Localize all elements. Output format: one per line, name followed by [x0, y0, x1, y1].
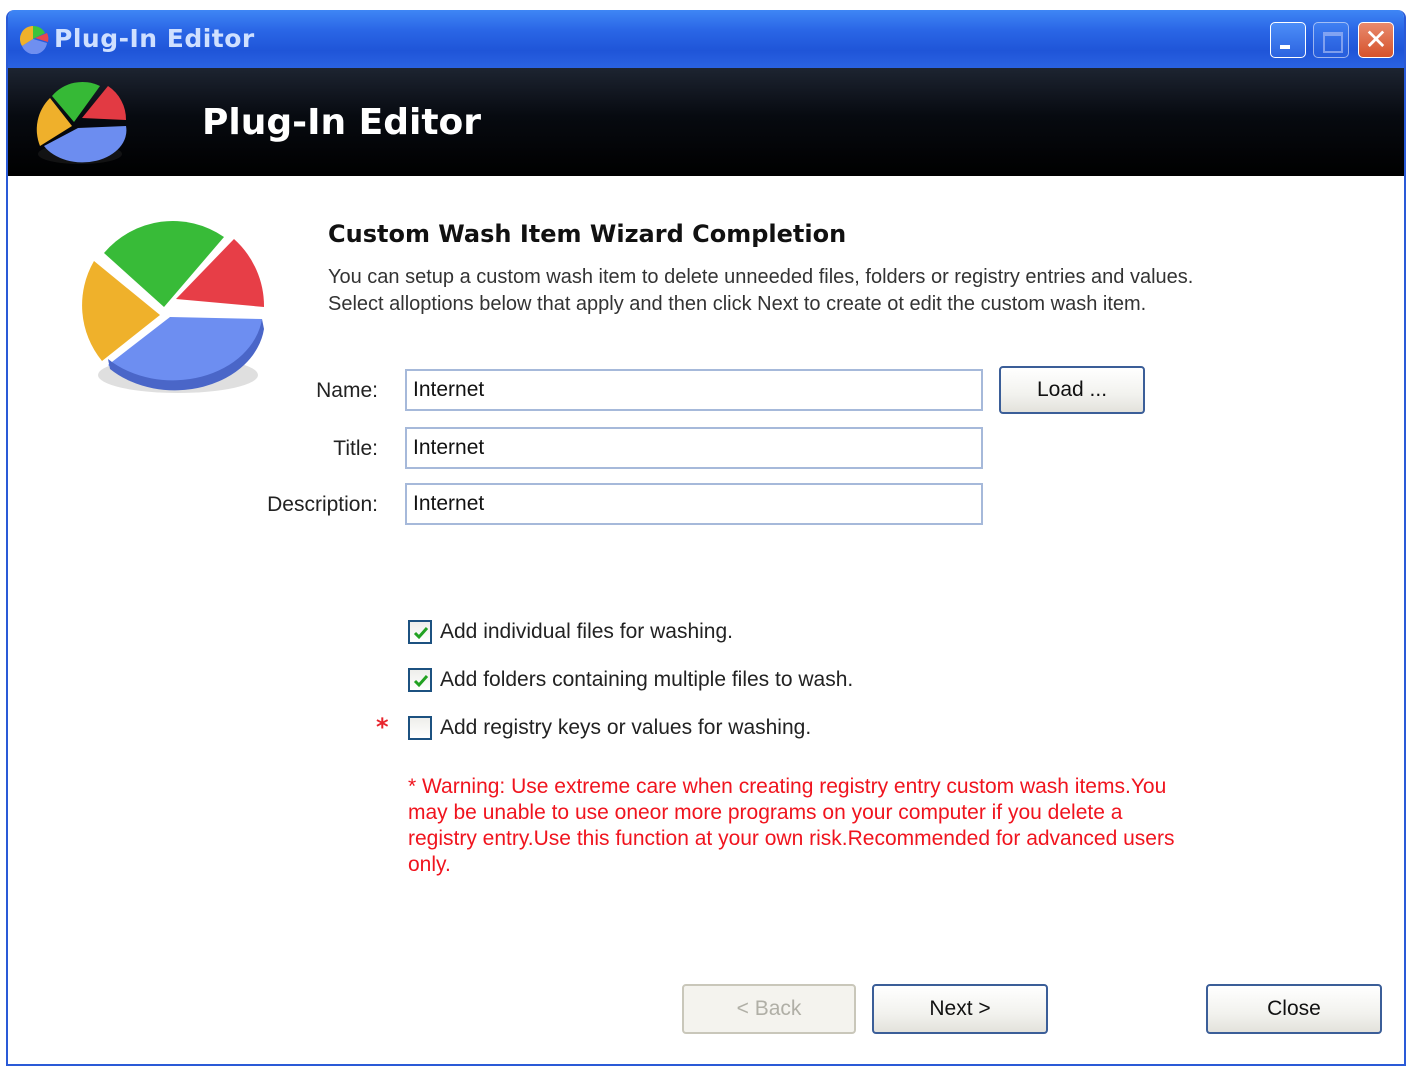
required-marker: * — [376, 713, 389, 741]
close-icon: ✕ — [1364, 23, 1388, 56]
minimize-button[interactable] — [1270, 22, 1306, 58]
checkmark-icon — [413, 627, 429, 640]
window-title: Plug-In Editor — [54, 24, 255, 53]
checkmark-icon — [413, 675, 429, 688]
close-button[interactable]: Close — [1206, 984, 1382, 1034]
name-field[interactable]: Internet — [405, 369, 983, 411]
load-button[interactable]: Load ... — [999, 366, 1145, 414]
maximize-button[interactable] — [1313, 22, 1349, 58]
next-button[interactable]: Next > — [872, 984, 1048, 1034]
option-label: Add registry keys or values for washing. — [440, 716, 812, 739]
plugin-editor-window: Plug-In Editor ✕ Plug-In Editor Custom W… — [6, 10, 1406, 1066]
description-label: Description: — [267, 493, 378, 516]
title-field[interactable]: Internet — [405, 427, 983, 469]
intro-line-2: Select alloptions below that apply and t… — [328, 293, 1147, 315]
checkbox-folders[interactable] — [408, 668, 432, 692]
name-label: Name: — [316, 379, 378, 402]
header-banner: Plug-In Editor — [8, 68, 1404, 176]
checkbox-individual-files[interactable] — [408, 620, 432, 644]
title-label: Title: — [333, 437, 378, 460]
pie-chart-icon — [82, 221, 265, 393]
registry-warning: * Warning: Use extreme care when creatin… — [408, 775, 1175, 876]
description-field[interactable]: Internet — [405, 483, 983, 525]
banner-title: Plug-In Editor — [202, 102, 482, 143]
title-bar[interactable]: Plug-In Editor ✕ — [8, 10, 1404, 68]
wizard-heading: Custom Wash Item Wizard Completion — [328, 220, 847, 248]
wizard-intro: You can setup a custom wash item to dele… — [328, 264, 1328, 318]
close-window-button[interactable]: ✕ — [1358, 22, 1394, 58]
option-label: Add individual files for washing. — [440, 620, 733, 643]
option-label: Add folders containing multiple files to… — [440, 668, 854, 691]
pie-chart-icon — [36, 81, 127, 164]
checkbox-registry[interactable] — [408, 716, 432, 740]
back-button[interactable]: < Back — [682, 984, 856, 1034]
intro-line-1: You can setup a custom wash item to dele… — [328, 266, 1194, 288]
pie-chart-icon — [19, 25, 49, 54]
